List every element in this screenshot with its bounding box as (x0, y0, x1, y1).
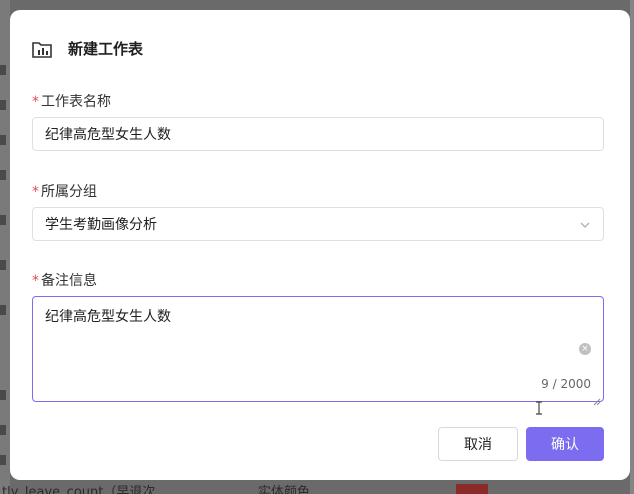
required-mark: * (32, 94, 39, 110)
chevron-down-icon (579, 219, 591, 231)
background-mark (0, 100, 6, 110)
note-textarea[interactable]: 纪律高危型女生人数 × 9 / 2000 (32, 296, 604, 406)
resize-handle-icon[interactable] (593, 391, 601, 406)
note-text: 纪律高危型女生人数 (45, 309, 171, 325)
background-mark (0, 135, 6, 145)
group-label-text: 所属分组 (41, 184, 97, 200)
dialog-header: 新建工作表 (32, 38, 143, 59)
sheet-name-label-text: 工作表名称 (41, 94, 111, 110)
sheet-name-value: 纪律高危型女生人数 (45, 127, 171, 143)
char-counter: 9 / 2000 (541, 377, 591, 391)
note-label: * 备注信息 (32, 270, 97, 290)
background-mark (0, 425, 6, 435)
required-mark: * (32, 184, 39, 200)
dialog-title: 新建工作表 (68, 40, 144, 58)
new-sheet-dialog: 新建工作表 * 工作表名称 纪律高危型女生人数 * 所属分组 学生考勤画像分析 * 备… (10, 10, 630, 480)
background-mark (0, 260, 6, 270)
background-mark (0, 170, 6, 180)
background-text: tly_leave_count（早退次 (2, 485, 156, 494)
background-red-block (456, 484, 488, 494)
cancel-button[interactable]: 取消 (438, 427, 518, 461)
background-right-edge (630, 0, 634, 494)
note-label-text: 备注信息 (41, 273, 97, 289)
group-select-value: 学生考勤画像分析 (45, 217, 157, 233)
required-mark: * (32, 273, 39, 289)
background-mark (0, 305, 6, 315)
confirm-button[interactable]: 确认 (526, 427, 604, 461)
background-mark (0, 390, 6, 400)
group-label: * 所属分组 (32, 181, 97, 201)
sheet-name-label: * 工作表名称 (32, 91, 111, 111)
sheet-name-input[interactable]: 纪律高危型女生人数 (32, 117, 604, 151)
background-mark (0, 65, 6, 75)
chart-sheet-icon (32, 39, 54, 59)
clear-circle-icon[interactable]: × (579, 343, 591, 355)
group-select[interactable]: 学生考勤画像分析 (32, 207, 604, 241)
background-mark (0, 215, 6, 225)
background-text: 实体颜色 (258, 485, 311, 494)
background-mark (0, 455, 6, 465)
text-cursor-icon (535, 400, 543, 415)
